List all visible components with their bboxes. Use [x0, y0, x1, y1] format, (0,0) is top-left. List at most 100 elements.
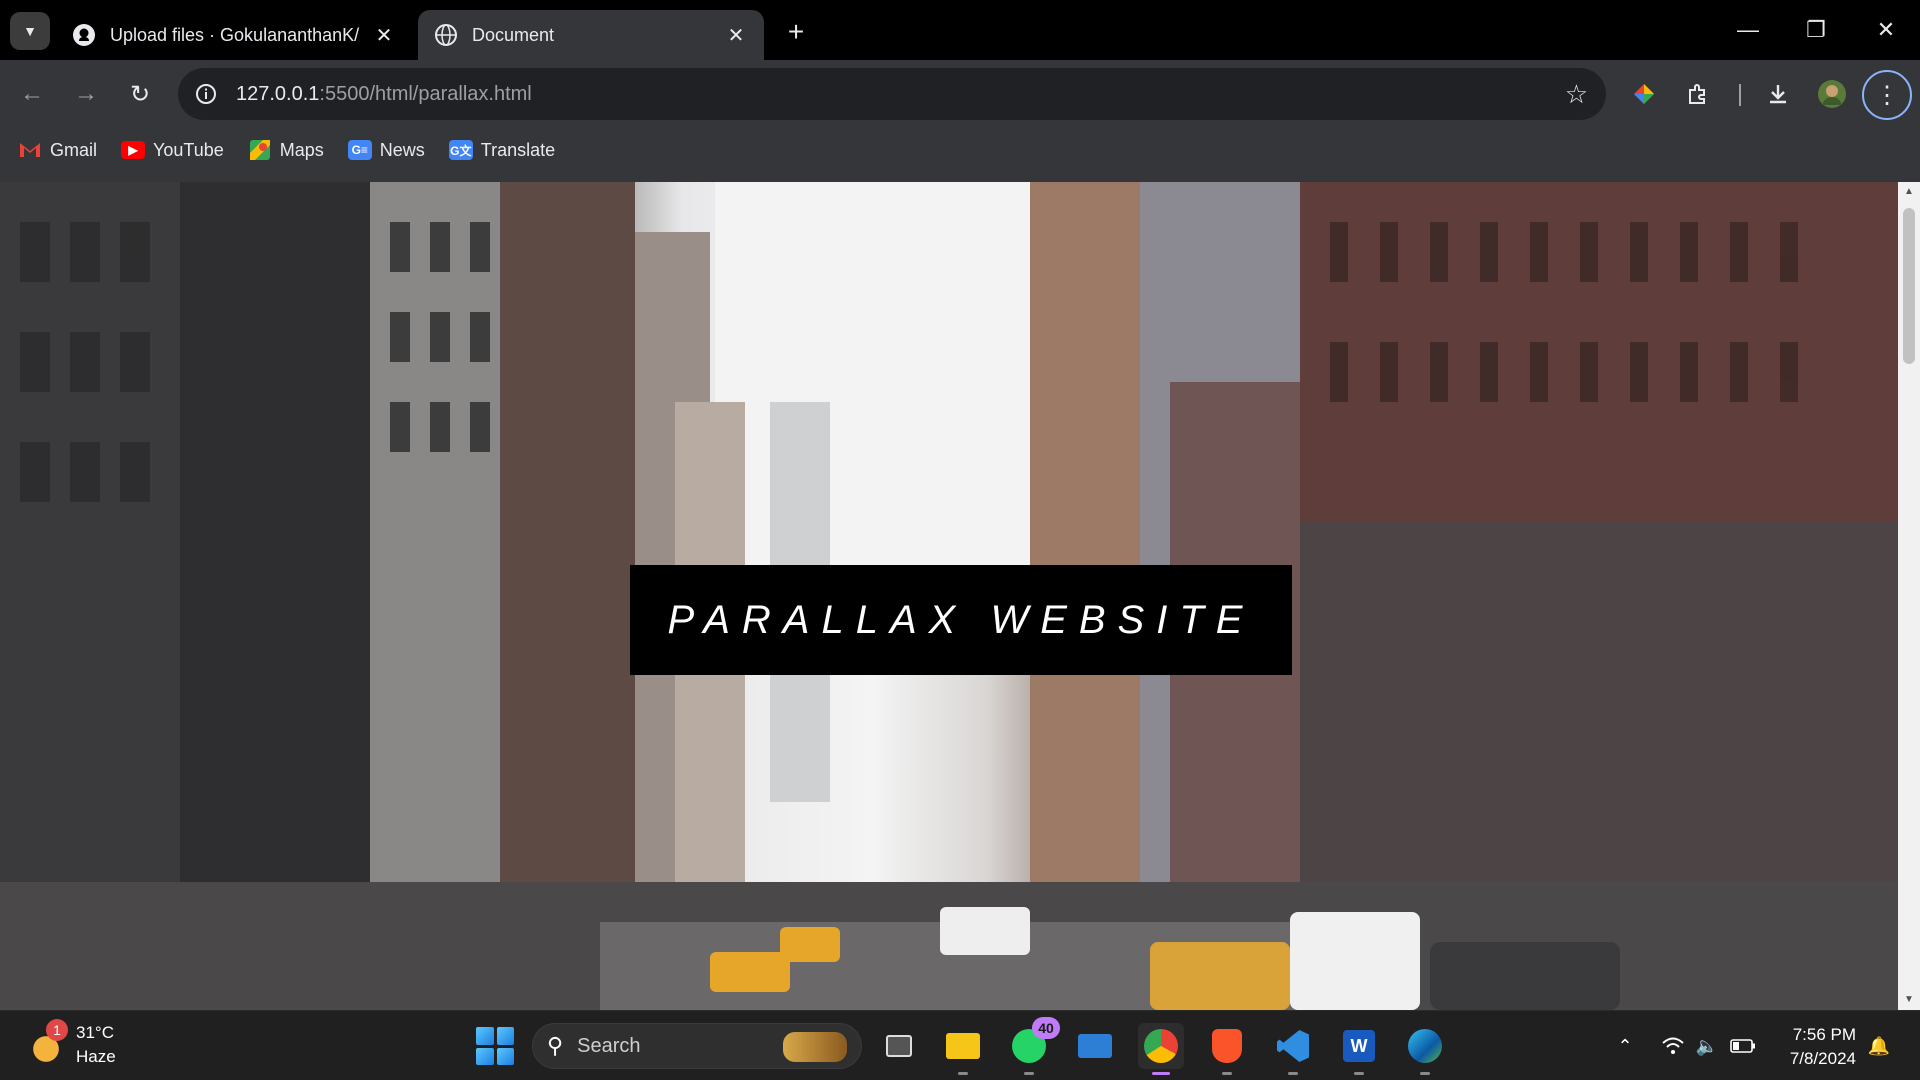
restore-icon: ❐ [1806, 17, 1826, 42]
site-info-icon[interactable] [192, 80, 220, 108]
windows-logo-pane [496, 1047, 514, 1065]
search-highlight-image [783, 1032, 847, 1062]
edge-button[interactable] [1402, 1023, 1448, 1075]
bookmark-gmail[interactable]: Gmail [18, 140, 97, 161]
translate-icon: G文 [448, 140, 473, 160]
running-indicator [1354, 1072, 1364, 1075]
url-path: :5500/html/parallax.html [319, 83, 532, 105]
reload-button[interactable]: ↻ [122, 76, 158, 112]
page-viewport: PARALLAX WEBSITE [0, 182, 1898, 1010]
whatsapp-button[interactable]: 40 [1006, 1017, 1060, 1075]
vscode-button[interactable] [1270, 1023, 1316, 1075]
running-indicator [1288, 1072, 1298, 1075]
taskbar-search[interactable]: ⚲ Search [532, 1023, 862, 1069]
brave-button[interactable] [1204, 1023, 1250, 1075]
bookmark-label: News [379, 139, 425, 160]
back-button[interactable]: ← [14, 76, 50, 112]
bookmark-youtube[interactable]: ▶ YouTube [121, 140, 224, 161]
globe-icon [434, 23, 458, 47]
bookmark-maps[interactable]: Maps [248, 140, 324, 161]
profile-avatar[interactable] [1814, 76, 1850, 112]
arrow-right-icon: → [74, 80, 98, 107]
weather-widget[interactable]: 1 31°C Haze [26, 1019, 116, 1069]
bookmark-translate[interactable]: G文 Translate [448, 139, 556, 161]
word-icon: W [1343, 1030, 1375, 1062]
hero-title-box: PARALLAX WEBSITE [630, 565, 1292, 675]
tab-title: Upload files · GokulananthanK/ [110, 24, 360, 45]
restore-button[interactable]: ❐ [1786, 12, 1846, 48]
weather-description: Haze [76, 1047, 116, 1066]
downloads-icon[interactable] [1760, 76, 1796, 112]
close-window-button[interactable]: ✕ [1856, 12, 1916, 48]
windows-logo-pane [476, 1027, 494, 1045]
url-text[interactable]: 127.0.0.1:5500/html/parallax.html [236, 83, 532, 106]
running-indicator [1420, 1072, 1430, 1075]
plus-icon: + [787, 16, 805, 47]
reload-icon: ↻ [129, 80, 151, 108]
toolbar-divider [1739, 84, 1741, 106]
chevron-up-icon[interactable]: ⌃ [1612, 1033, 1638, 1059]
close-icon[interactable]: ✕ [724, 23, 748, 48]
tab-github-upload[interactable]: Upload files · GokulananthanK/ ✕ [56, 10, 412, 60]
running-indicator [958, 1072, 968, 1075]
arrow-left-icon: ← [20, 80, 44, 107]
task-view-button[interactable] [876, 1023, 922, 1069]
close-icon[interactable]: ✕ [372, 23, 396, 48]
running-indicator [1222, 1072, 1232, 1075]
bookmark-label: YouTube [153, 139, 224, 160]
color-extension-icon[interactable] [1626, 76, 1662, 112]
folder-icon [946, 1033, 980, 1059]
chrome-menu-button[interactable]: ⋮ [1862, 70, 1912, 120]
weather-haze-icon: 1 [26, 1019, 68, 1065]
word-button[interactable]: W [1336, 1023, 1382, 1075]
bookmark-news[interactable]: G≡ News [347, 139, 425, 161]
battery-icon[interactable] [1730, 1033, 1756, 1059]
close-icon: ✕ [1876, 17, 1896, 42]
tab-search-button[interactable]: ▼ [10, 12, 50, 50]
gmail-icon [18, 140, 42, 160]
bookmark-label: Translate [480, 139, 556, 160]
extensions-puzzle-icon[interactable] [1680, 76, 1716, 112]
news-icon: G≡ [347, 140, 372, 160]
chrome-taskbar-button[interactable] [1138, 1023, 1184, 1075]
mail-button[interactable] [1072, 1023, 1118, 1069]
running-indicator [1152, 1072, 1170, 1075]
address-bar[interactable]: 127.0.0.1:5500/html/parallax.html ☆ [178, 68, 1606, 120]
brave-icon [1212, 1029, 1242, 1063]
chrome-icon [1144, 1029, 1178, 1063]
bookmark-star-icon[interactable]: ☆ [1565, 80, 1588, 108]
tab-document[interactable]: Document ✕ [418, 10, 764, 60]
search-label: Search [577, 1034, 641, 1057]
edge-icon [1408, 1029, 1442, 1063]
youtube-icon: ▶ [121, 141, 146, 159]
volume-icon[interactable]: 🔈 [1694, 1033, 1720, 1059]
chevron-down-icon: ▼ [23, 23, 37, 39]
scroll-thumb[interactable] [1903, 208, 1915, 364]
windows-taskbar: 1 31°C Haze ⚲ Search 40 W ⌃ 🔈 7:56 PM 7/… [0, 1010, 1920, 1080]
file-explorer-button[interactable] [940, 1023, 986, 1075]
tab-title: Document [472, 24, 555, 45]
start-button[interactable] [476, 1027, 514, 1065]
system-clock[interactable]: 7:56 PM 7/8/2024 [1780, 1023, 1856, 1071]
windows-logo-pane [496, 1027, 514, 1045]
maps-icon [248, 140, 272, 160]
bookmarks-bar: Gmail ▶ YouTube Maps G≡ News G文 Translat… [0, 136, 561, 164]
mail-icon [1078, 1034, 1112, 1058]
github-icon [72, 23, 96, 47]
windows-logo-pane [476, 1047, 494, 1065]
scroll-down-icon[interactable]: ▼ [1903, 994, 1915, 1006]
tab-strip: ▼ Upload files · GokulananthanK/ ✕ Docum… [0, 0, 1920, 60]
scroll-up-icon[interactable]: ▲ [1903, 186, 1915, 198]
browser-chrome: ▼ Upload files · GokulananthanK/ ✕ Docum… [0, 0, 1920, 182]
notification-badge: 1 [46, 1019, 68, 1041]
whatsapp-badge: 40 [1032, 1017, 1060, 1039]
vscode-icon [1277, 1030, 1309, 1062]
hero-title: PARALLAX WEBSITE [667, 597, 1255, 642]
bookmark-label: Gmail [50, 139, 98, 160]
notification-bell-icon[interactable]: 🔔 [1866, 1033, 1892, 1059]
minimize-button[interactable]: — [1718, 12, 1778, 48]
new-tab-button[interactable]: + [778, 14, 814, 50]
wifi-icon[interactable] [1660, 1033, 1686, 1059]
vertical-scrollbar[interactable]: ▲ ▼ [1898, 182, 1920, 1010]
forward-button[interactable]: → [68, 76, 104, 112]
